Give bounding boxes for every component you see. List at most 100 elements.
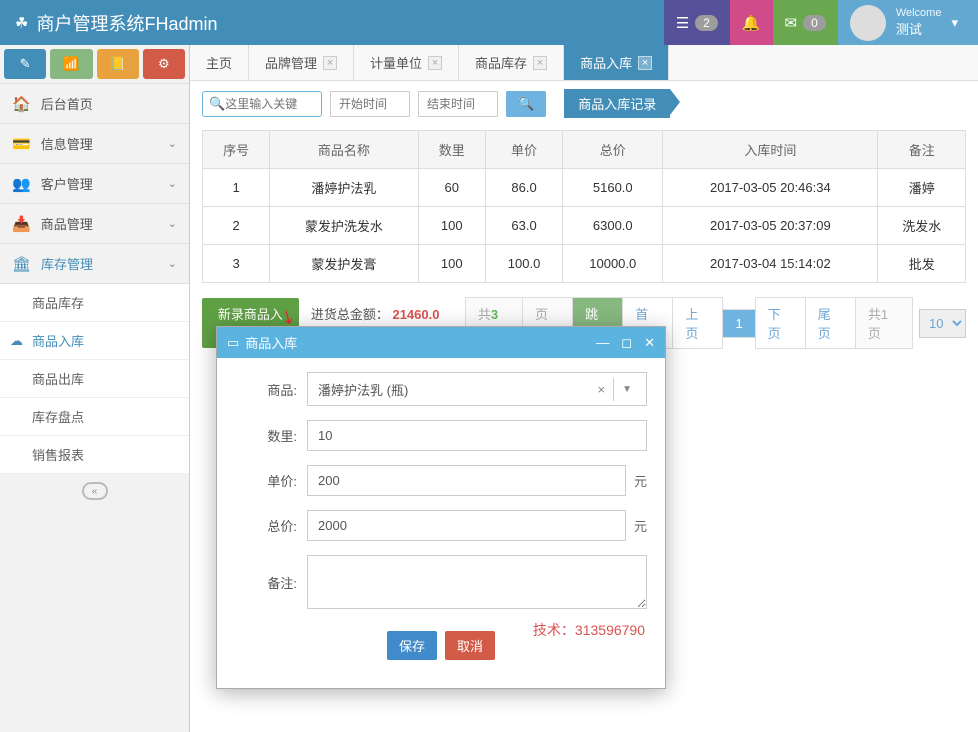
- tab-close-icon[interactable]: ×: [533, 56, 547, 70]
- chevron-down-icon: ⌄: [168, 217, 177, 230]
- chevron-down-icon: ⌄: [168, 257, 177, 270]
- toolbar: 🔍 🔍 商品入库记录: [190, 81, 978, 126]
- cancel-button[interactable]: 取消: [445, 631, 495, 660]
- data-table: 序号商品名称数里单价总价入库时间备注 1潘婷护法乳6086.05160.0201…: [202, 130, 966, 283]
- nav-user[interactable]: Welcome 测试 ▾: [838, 0, 978, 45]
- menu-icon: 👥: [12, 175, 31, 193]
- minimize-icon[interactable]: ―: [596, 335, 609, 351]
- end-date-input[interactable]: [418, 91, 498, 117]
- tab-close-icon[interactable]: ×: [428, 56, 442, 70]
- search-icon: 🔍: [518, 96, 534, 111]
- search-icon: 🔍: [209, 96, 225, 112]
- avatar: [850, 5, 886, 41]
- signal-icon: 📶: [63, 56, 79, 72]
- next-page[interactable]: 下页: [755, 297, 806, 349]
- dialog-title: 商品入库: [245, 333, 297, 352]
- leaf-icon: ☘: [15, 14, 28, 32]
- nav-alerts[interactable]: 🔔: [730, 0, 773, 45]
- pages-total: 共1页: [855, 297, 913, 349]
- top-navbar: ☘ 商户管理系统FHadmin ☰ 2 🔔 ✉ 0 Welcome 测试 ▾: [0, 0, 978, 45]
- tool-stats[interactable]: 📶: [50, 49, 92, 79]
- dropdown-icon[interactable]: ▼: [613, 378, 640, 401]
- submenu-item[interactable]: 销售报表: [0, 436, 189, 474]
- menu-icon: 🏛: [12, 255, 31, 273]
- menu-icon: 💳: [12, 135, 31, 153]
- start-date-input[interactable]: [330, 91, 410, 117]
- product-label: 商品:: [235, 380, 307, 399]
- prev-page[interactable]: 上页: [672, 297, 723, 349]
- page-size-select[interactable]: 10: [919, 309, 966, 338]
- mail-icon: ✉: [785, 14, 798, 32]
- chevron-down-icon: ⌄: [168, 137, 177, 150]
- column-header: 总价: [563, 131, 663, 169]
- search-input[interactable]: [225, 97, 311, 111]
- welcome-label: Welcome: [896, 7, 942, 19]
- total-input[interactable]: [307, 510, 626, 541]
- close-icon[interactable]: ✕: [644, 335, 655, 351]
- tab[interactable]: 商品入库×: [564, 45, 669, 80]
- pencil-icon: ✎: [20, 56, 31, 72]
- clear-icon[interactable]: ×: [590, 382, 614, 397]
- column-header: 备注: [878, 131, 966, 169]
- submenu-item[interactable]: 商品出库: [0, 360, 189, 398]
- column-header: 商品名称: [270, 131, 418, 169]
- save-button[interactable]: 保存: [387, 631, 437, 660]
- search-box[interactable]: 🔍: [202, 91, 322, 117]
- dialog-titlebar[interactable]: ▭ 商品入库 ― ◻ ✕: [217, 327, 665, 358]
- chevron-down-icon: ⌄: [168, 177, 177, 190]
- total-unit: 元: [626, 516, 647, 535]
- current-page[interactable]: 1: [722, 309, 755, 338]
- tab-close-icon[interactable]: ×: [323, 56, 337, 70]
- sidebar-item[interactable]: 🏠后台首页: [0, 84, 189, 124]
- last-page[interactable]: 尾页: [805, 297, 856, 349]
- tab[interactable]: 商品库存×: [459, 45, 564, 80]
- sidebar-item[interactable]: 💳信息管理⌄: [0, 124, 189, 164]
- stock-in-dialog: ▭ 商品入库 ― ◻ ✕ 商品: 潘婷护法乳 (瓶) × ▼ 数里:: [216, 326, 666, 689]
- tool-settings[interactable]: ⚙: [143, 49, 185, 79]
- remark-label: 备注:: [235, 573, 307, 592]
- submenu-item[interactable]: 商品入库: [0, 322, 189, 360]
- username: 测试: [896, 22, 922, 37]
- search-button[interactable]: 🔍: [506, 91, 546, 117]
- tab[interactable]: 计量单位×: [354, 45, 459, 80]
- remark-input[interactable]: [307, 555, 647, 609]
- column-header: 数里: [418, 131, 485, 169]
- submenu-item[interactable]: 库存盘点: [0, 398, 189, 436]
- table-row[interactable]: 2蒙发护洗发水10063.06300.02017-03-05 20:37:09洗…: [203, 207, 966, 245]
- nav-mail[interactable]: ✉ 0: [773, 0, 838, 45]
- price-unit: 元: [626, 471, 647, 490]
- sidebar-collapse[interactable]: «: [82, 482, 108, 500]
- tab[interactable]: 主页: [190, 45, 249, 80]
- price-input[interactable]: [307, 465, 626, 496]
- brand: ☘ 商户管理系统FHadmin: [0, 10, 232, 36]
- column-header: 单价: [485, 131, 562, 169]
- qty-input[interactable]: [307, 420, 647, 451]
- submenu-item[interactable]: 商品库存: [0, 284, 189, 322]
- tab-bar: 主页品牌管理×计量单位×商品库存×商品入库×: [190, 45, 978, 81]
- tool-row: ✎ 📶 📒 ⚙: [0, 45, 189, 84]
- nav-tasks[interactable]: ☰ 2: [664, 0, 730, 45]
- product-value: 潘婷护法乳 (瓶): [318, 380, 408, 399]
- sidebar-item[interactable]: 👥客户管理⌄: [0, 164, 189, 204]
- tool-edit[interactable]: ✎: [4, 49, 46, 79]
- record-link[interactable]: 商品入库记录: [564, 89, 670, 118]
- table-row[interactable]: 3蒙发护发膏100100.010000.02017-03-04 15:14:02…: [203, 245, 966, 283]
- product-select[interactable]: 潘婷护法乳 (瓶) × ▼: [307, 372, 647, 406]
- table-row[interactable]: 1潘婷护法乳6086.05160.02017-03-05 20:46:34潘婷: [203, 169, 966, 207]
- tab-close-icon[interactable]: ×: [638, 56, 652, 70]
- mail-badge: 0: [803, 15, 826, 31]
- tech-watermark: 技术：313596790: [533, 620, 645, 640]
- menu-icon: 📥: [12, 215, 31, 233]
- sidebar-item[interactable]: 📥商品管理⌄: [0, 204, 189, 244]
- tasks-badge: 2: [695, 15, 718, 31]
- column-header: 入库时间: [663, 131, 878, 169]
- tool-book[interactable]: 📒: [97, 49, 139, 79]
- maximize-icon[interactable]: ◻: [621, 335, 632, 351]
- tab[interactable]: 品牌管理×: [249, 45, 354, 80]
- sidebar-item[interactable]: 🏛库存管理⌄: [0, 244, 189, 284]
- price-label: 单价:: [235, 471, 307, 490]
- list-icon: ☰: [676, 14, 689, 32]
- bell-icon: 🔔: [742, 14, 761, 32]
- caret-down-icon: ▾: [951, 15, 958, 31]
- qty-label: 数里:: [235, 426, 307, 445]
